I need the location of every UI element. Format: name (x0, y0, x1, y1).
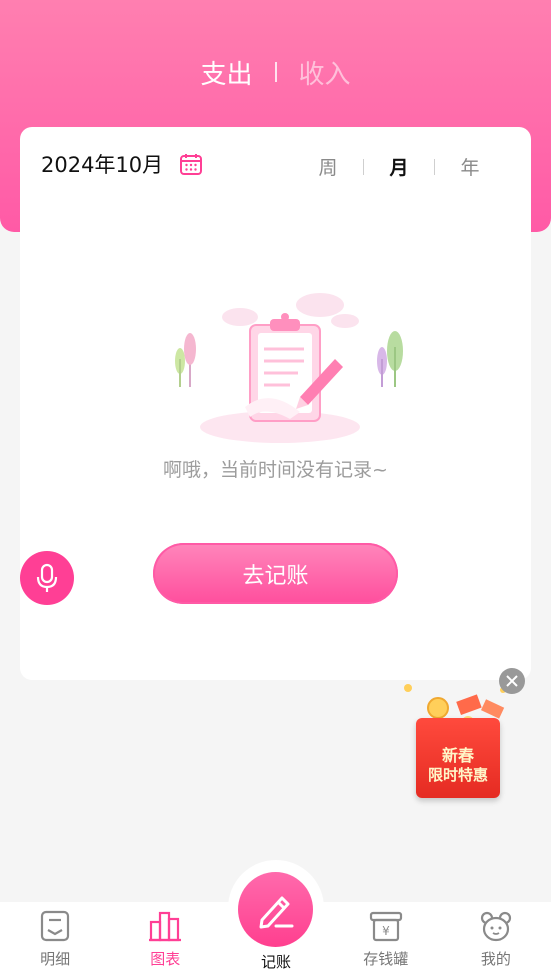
current-date[interactable]: 2024年10月 (41, 149, 163, 179)
go-record-button[interactable]: 去记账 (153, 543, 398, 604)
expense-income-toggle: 支出 收入 (0, 52, 551, 92)
period-week[interactable]: 周 (313, 153, 343, 180)
promo-line1: 新春 (441, 746, 474, 765)
period-divider (363, 158, 364, 175)
tab-profile[interactable]: 我的 (441, 902, 551, 979)
voice-record-button[interactable] (20, 551, 74, 605)
add-record-button[interactable] (238, 872, 313, 947)
period-year[interactable]: 年 (455, 153, 485, 180)
toggle-divider (274, 62, 277, 82)
detail-icon (40, 910, 70, 942)
chart-icon (149, 911, 182, 942)
period-tabs: 周 月 年 (313, 153, 485, 180)
tab-income[interactable]: 收入 (295, 54, 355, 91)
tab-expense[interactable]: 支出 (196, 54, 256, 91)
promo-banner[interactable]: 新春 限时特惠 (398, 668, 528, 803)
svg-text:¥: ¥ (382, 924, 390, 938)
tab-detail[interactable]: 明细 (0, 902, 110, 979)
empty-state-text: 啊哦，当前时间没有记录~ (163, 459, 388, 481)
pen-icon (259, 896, 293, 928)
piggy-bank-icon: ¥ (369, 911, 402, 942)
promo-close-button[interactable] (499, 668, 525, 694)
tab-label: 存钱罐 (363, 950, 409, 968)
tab-label: 我的 (480, 950, 511, 968)
promo-redpacket[interactable]: 新春 限时特惠 (416, 718, 500, 798)
profile-icon (480, 911, 512, 942)
tab-piggy-bank[interactable]: ¥ 存钱罐 (331, 902, 441, 979)
period-month[interactable]: 月 (384, 153, 414, 180)
empty-clipboard-illustration (175, 293, 403, 443)
tab-label: 图表 (150, 950, 181, 968)
calendar-icon[interactable] (179, 152, 203, 176)
date-selector[interactable]: 2024年10月 (41, 149, 203, 179)
stats-card: 2024年10月 周 月 年 啊哦，当前时间没有记录~ 去记账 (20, 127, 531, 680)
period-divider (434, 158, 435, 175)
tab-chart[interactable]: 图表 (110, 902, 220, 979)
close-icon (506, 675, 518, 687)
add-record-label: 记账 (260, 953, 291, 971)
microphone-icon (36, 563, 58, 592)
tab-label: 明细 (40, 950, 71, 968)
promo-line2: 限时特惠 (427, 766, 488, 784)
